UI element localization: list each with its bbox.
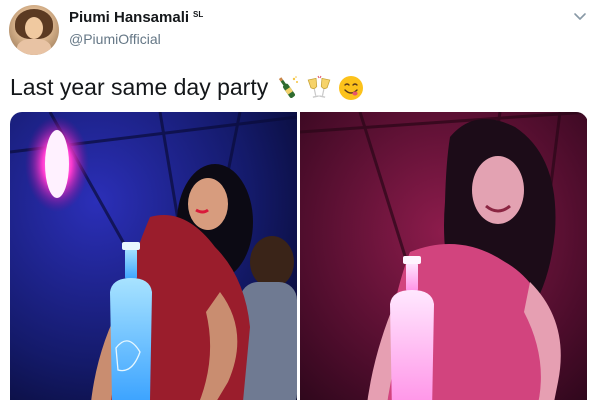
author-name-row: Piumi Hansamali SL xyxy=(69,9,203,26)
flag-badge: SL xyxy=(193,10,204,19)
avatar-body xyxy=(17,39,51,55)
bottle-with-popping-cork-emoji xyxy=(279,75,299,98)
avatar[interactable] xyxy=(9,5,59,55)
face-savoring-food-emoji xyxy=(339,75,364,100)
chevron-down-icon[interactable] xyxy=(572,10,588,24)
tweet-text: Last year same day party xyxy=(10,74,364,101)
photo-2[interactable] xyxy=(300,112,587,400)
clinking-glasses-emoji xyxy=(307,75,331,98)
avatar-face xyxy=(25,17,43,39)
display-name[interactable]: Piumi Hansamali xyxy=(69,9,189,26)
user-handle[interactable]: @PiumiOfficial xyxy=(69,31,161,47)
party-photo-blue xyxy=(10,112,297,400)
photo-1[interactable] xyxy=(10,112,297,400)
tweet-card[interactable]: Piumi Hansamali SL @PiumiOfficial Last y… xyxy=(0,0,600,400)
party-photo-pink xyxy=(300,112,587,400)
tweet-media xyxy=(10,112,588,400)
tweet-text-content: Last year same day party xyxy=(10,74,269,100)
